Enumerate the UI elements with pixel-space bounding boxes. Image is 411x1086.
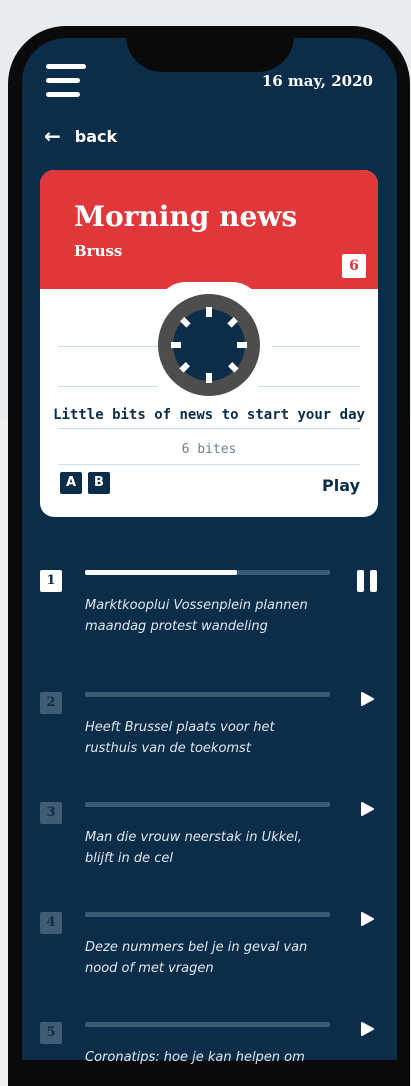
back-button[interactable]: ← back	[44, 126, 117, 146]
item-number: 2	[40, 692, 62, 714]
language-badges: A B	[60, 472, 110, 494]
item-title: Coronatips: hoe je kan helpen om	[85, 1050, 305, 1065]
card-line	[58, 428, 360, 429]
item-number: 4	[40, 912, 62, 934]
play-icon[interactable]	[360, 692, 374, 706]
card-count-badge: 6	[342, 254, 366, 278]
play-icon[interactable]	[360, 802, 374, 816]
card-line	[58, 346, 158, 347]
card-line	[272, 346, 360, 347]
phone-notch	[126, 26, 294, 72]
progress-track	[85, 912, 330, 917]
progress-track	[85, 692, 330, 697]
playlist-card[interactable]: Morning news Bruss 6 Little bits of news…	[40, 170, 378, 517]
record-disc-icon	[158, 294, 260, 396]
header-date: 16 may, 2020	[261, 72, 373, 90]
card-line	[258, 386, 360, 387]
badge-a: A	[60, 472, 82, 494]
progress-track	[85, 1022, 330, 1027]
back-label: back	[74, 126, 118, 146]
item-title: Man die vrouw neerstak in Ukkel, blijft …	[85, 830, 302, 866]
item-number: 1	[40, 570, 62, 592]
item-number: 3	[40, 802, 62, 824]
play-button[interactable]: Play	[322, 476, 360, 495]
arrow-left-icon: ←	[44, 124, 61, 148]
item-title: Marktkooplui Vossenplein plannen maandag…	[85, 598, 308, 634]
item-title: Deze nummers bel je in geval van nood of…	[85, 940, 308, 976]
card-subtitle: Bruss	[74, 242, 123, 260]
progress-fill	[85, 570, 237, 575]
card-title: Morning news	[74, 200, 298, 233]
play-icon[interactable]	[360, 1022, 374, 1036]
badge-b: B	[88, 472, 110, 494]
item-number: 5	[40, 1022, 62, 1044]
pause-icon[interactable]	[357, 570, 377, 592]
progress-track	[85, 802, 330, 807]
card-line	[58, 386, 158, 387]
card-line	[58, 464, 360, 465]
progress-track	[85, 570, 330, 575]
play-icon[interactable]	[360, 912, 374, 926]
hamburger-menu-icon[interactable]	[46, 64, 88, 98]
item-title: Heeft Brussel plaats voor het rusthuis v…	[85, 720, 275, 756]
card-tagline: Little bits of news to start your day	[53, 407, 365, 423]
card-bites-count: 6 bites	[181, 442, 237, 457]
